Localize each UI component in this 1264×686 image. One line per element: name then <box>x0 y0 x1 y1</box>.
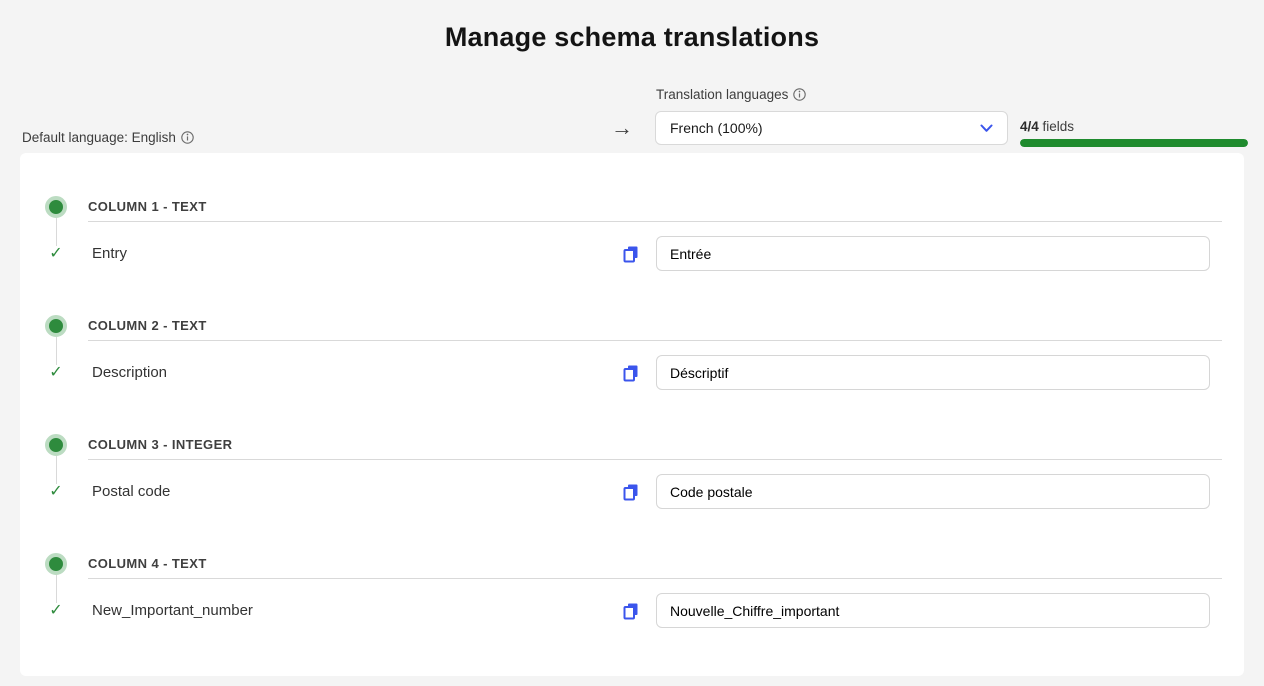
section-header: COLUMN 4 - TEXT <box>88 553 1222 575</box>
translation-row: ✓ Postal code <box>45 474 1222 509</box>
language-select-value: French (100%) <box>670 120 980 136</box>
status-dot-icon <box>45 553 67 575</box>
status-dot-icon <box>45 196 67 218</box>
translation-input[interactable] <box>656 593 1210 628</box>
copy-icon[interactable] <box>623 364 639 382</box>
divider <box>88 578 1222 579</box>
source-label: Entry <box>88 245 623 262</box>
fields-counter: 4/4 fields <box>1020 119 1074 134</box>
divider <box>88 459 1222 460</box>
translation-row: ✓ Description <box>45 355 1222 390</box>
copy-icon[interactable] <box>623 483 639 501</box>
connector-line <box>56 216 57 246</box>
status-dot-icon <box>45 434 67 456</box>
info-icon[interactable] <box>793 88 806 101</box>
connector-line <box>56 335 57 365</box>
fields-suffix: fields <box>1039 119 1074 134</box>
source-label: Description <box>88 364 623 381</box>
copy-icon[interactable] <box>623 602 639 620</box>
section-column-2: COLUMN 2 - TEXT ✓ Description <box>45 315 1222 390</box>
section-header: COLUMN 3 - INTEGER <box>88 434 1222 456</box>
default-language-label: Default language: English <box>22 130 194 145</box>
connector-line <box>56 454 57 484</box>
divider <box>88 340 1222 341</box>
translation-row: ✓ Entry <box>45 236 1222 271</box>
language-select[interactable]: French (100%) <box>655 111 1008 145</box>
translation-languages-text: Translation languages <box>656 87 788 102</box>
translation-languages-label: Translation languages <box>656 87 806 102</box>
fields-count: 4/4 <box>1020 119 1039 134</box>
translation-input[interactable] <box>656 236 1210 271</box>
translation-row: ✓ New_Important_number <box>45 593 1222 628</box>
section-column-3: COLUMN 3 - INTEGER ✓ Postal code <box>45 434 1222 509</box>
status-dot-icon <box>45 315 67 337</box>
section-header: COLUMN 1 - TEXT <box>88 196 1222 218</box>
translation-input[interactable] <box>656 355 1210 390</box>
page-title: Manage schema translations <box>0 22 1264 53</box>
source-label: New_Important_number <box>88 602 623 619</box>
source-label: Postal code <box>88 483 623 500</box>
section-header: COLUMN 2 - TEXT <box>88 315 1222 337</box>
divider <box>88 221 1222 222</box>
info-icon[interactable] <box>181 131 194 144</box>
progress-fill <box>1020 139 1248 147</box>
copy-icon[interactable] <box>623 245 639 263</box>
chevron-down-icon <box>980 124 993 133</box>
translations-card: COLUMN 1 - TEXT ✓ Entry COL <box>20 153 1244 676</box>
section-column-1: COLUMN 1 - TEXT ✓ Entry <box>45 196 1222 271</box>
section-column-4: COLUMN 4 - TEXT ✓ New_Important_number <box>45 553 1222 628</box>
translation-progress-bar <box>1020 139 1248 147</box>
arrow-right-icon: → <box>611 116 633 140</box>
default-language-text: Default language: English <box>22 130 176 145</box>
translation-input[interactable] <box>656 474 1210 509</box>
connector-line <box>56 573 57 603</box>
